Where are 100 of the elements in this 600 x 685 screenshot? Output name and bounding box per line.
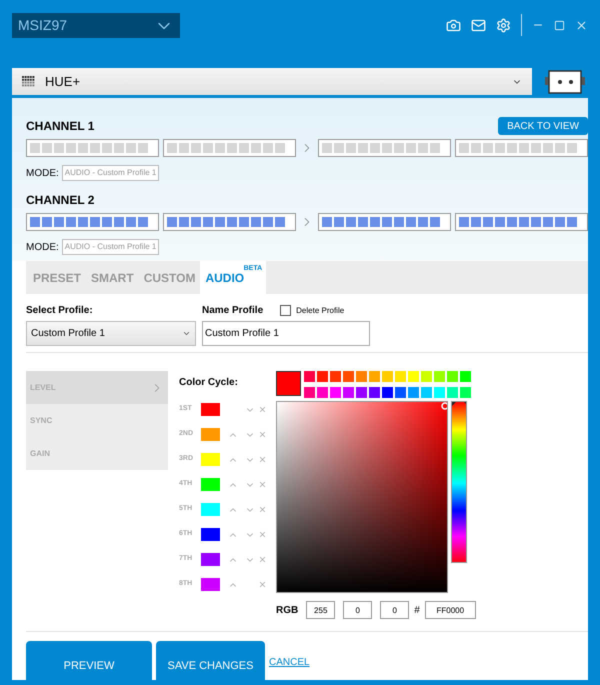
led-icon bbox=[358, 143, 368, 153]
palette-swatch[interactable] bbox=[447, 387, 458, 398]
led-icon bbox=[239, 217, 249, 227]
led-icon bbox=[555, 143, 565, 153]
led-icon bbox=[30, 217, 40, 227]
palette-swatch[interactable] bbox=[408, 371, 419, 382]
color-swatch[interactable] bbox=[201, 578, 220, 591]
palette-swatch[interactable] bbox=[460, 387, 471, 398]
palette-swatch[interactable] bbox=[382, 387, 393, 398]
preview-button[interactable]: PREVIEW bbox=[26, 641, 152, 680]
led-icon bbox=[126, 217, 136, 227]
led-icon bbox=[263, 217, 273, 227]
palette-swatch[interactable] bbox=[395, 371, 406, 382]
remove-icon[interactable] bbox=[258, 405, 267, 414]
back-to-view-button[interactable]: BACK TO VIEW bbox=[498, 117, 588, 135]
palette-swatch[interactable] bbox=[356, 387, 367, 398]
palette-swatch[interactable] bbox=[447, 371, 458, 382]
led-icon bbox=[531, 217, 541, 227]
palette-swatch[interactable] bbox=[304, 371, 315, 382]
led-icon bbox=[322, 143, 332, 153]
palette-swatch[interactable] bbox=[434, 387, 445, 398]
side-menu-item[interactable]: SYNC bbox=[26, 404, 168, 437]
remove-icon[interactable] bbox=[258, 480, 267, 489]
remove-icon[interactable] bbox=[258, 530, 267, 539]
color-swatch[interactable] bbox=[201, 553, 220, 566]
mode-tab[interactable]: PRESET bbox=[28, 261, 86, 294]
g-value-field[interactable]: 0 bbox=[343, 601, 372, 619]
robot-icon[interactable] bbox=[545, 70, 585, 94]
palette-swatch[interactable] bbox=[369, 387, 380, 398]
color-swatch[interactable] bbox=[201, 528, 220, 541]
product-dropdown[interactable]: HUE+ bbox=[12, 68, 532, 95]
profile-dropdown[interactable]: Custom Profile 1 bbox=[26, 321, 196, 346]
led-icon bbox=[495, 217, 505, 227]
led-strip[interactable] bbox=[455, 213, 588, 231]
color-swatch[interactable] bbox=[201, 403, 220, 416]
palette-swatch[interactable] bbox=[369, 371, 380, 382]
save-changes-button[interactable]: SAVE CHANGES bbox=[156, 641, 265, 680]
led-icon bbox=[251, 217, 261, 227]
palette-swatch[interactable] bbox=[343, 371, 354, 382]
led-strip[interactable] bbox=[455, 139, 588, 157]
led-icon bbox=[370, 217, 380, 227]
led-strip[interactable] bbox=[163, 139, 296, 157]
remove-icon[interactable] bbox=[258, 580, 267, 589]
palette-swatch[interactable] bbox=[317, 387, 328, 398]
hex-field[interactable]: FF0000 bbox=[424, 601, 476, 619]
side-menu-item[interactable]: GAIN bbox=[26, 437, 168, 470]
color-swatch[interactable] bbox=[201, 503, 220, 516]
led-icon bbox=[418, 143, 428, 153]
led-icon bbox=[394, 143, 404, 153]
color-swatch[interactable] bbox=[201, 453, 220, 466]
remove-icon[interactable] bbox=[258, 505, 267, 514]
hue-slider-handle[interactable] bbox=[452, 402, 467, 406]
remove-icon[interactable] bbox=[258, 555, 267, 564]
led-icon bbox=[30, 143, 40, 153]
palette-swatch[interactable] bbox=[460, 371, 471, 382]
delete-profile-checkbox[interactable] bbox=[280, 305, 292, 316]
led-icon bbox=[483, 217, 493, 227]
palette-swatch[interactable] bbox=[330, 371, 341, 382]
profile-name-field[interactable]: Custom Profile 1 bbox=[202, 321, 370, 346]
camera-icon[interactable] bbox=[446, 18, 461, 32]
palette-swatch[interactable] bbox=[343, 387, 354, 398]
remove-icon[interactable] bbox=[258, 430, 267, 439]
close-icon[interactable] bbox=[575, 18, 588, 32]
color-swatch[interactable] bbox=[201, 478, 220, 491]
color-swatch[interactable] bbox=[201, 428, 220, 441]
maximize-icon[interactable] bbox=[554, 20, 565, 30]
remove-icon[interactable] bbox=[258, 455, 267, 464]
palette-swatch[interactable] bbox=[421, 387, 432, 398]
cancel-link[interactable]: CANCEL bbox=[269, 655, 310, 670]
mail-icon[interactable] bbox=[471, 18, 486, 32]
channel-title: CHANNEL 2 bbox=[26, 192, 94, 209]
led-icon bbox=[483, 143, 493, 153]
mode-tab[interactable]: SMART bbox=[86, 261, 139, 294]
palette-swatch[interactable] bbox=[434, 371, 445, 382]
r-value-field[interactable]: 255 bbox=[306, 601, 336, 619]
led-strip[interactable] bbox=[26, 213, 159, 231]
settings-icon[interactable] bbox=[496, 18, 511, 32]
palette-swatch[interactable] bbox=[330, 387, 341, 398]
led-icon bbox=[215, 217, 225, 227]
led-icon bbox=[179, 143, 189, 153]
led-icon bbox=[126, 143, 136, 153]
palette-swatch[interactable] bbox=[382, 371, 393, 382]
b-value-field[interactable]: 0 bbox=[380, 601, 410, 619]
palette-swatch[interactable] bbox=[395, 387, 406, 398]
led-strip[interactable] bbox=[318, 213, 451, 231]
color-gradient-picker[interactable] bbox=[276, 401, 448, 593]
led-icon bbox=[406, 217, 416, 227]
led-icon bbox=[90, 217, 100, 227]
device-dropdown[interactable]: MSIZ97 bbox=[12, 13, 180, 38]
led-icon bbox=[334, 217, 344, 227]
palette-swatch[interactable] bbox=[356, 371, 367, 382]
palette-swatch[interactable] bbox=[408, 387, 419, 398]
led-strip[interactable] bbox=[318, 139, 451, 157]
led-strip[interactable] bbox=[26, 139, 159, 157]
palette-swatch[interactable] bbox=[421, 371, 432, 382]
led-strip[interactable] bbox=[163, 213, 296, 231]
palette-swatch[interactable] bbox=[317, 371, 328, 382]
mode-tab[interactable]: CUSTOM bbox=[138, 261, 200, 294]
palette-swatch[interactable] bbox=[304, 387, 315, 398]
hue-slider[interactable] bbox=[451, 401, 467, 563]
